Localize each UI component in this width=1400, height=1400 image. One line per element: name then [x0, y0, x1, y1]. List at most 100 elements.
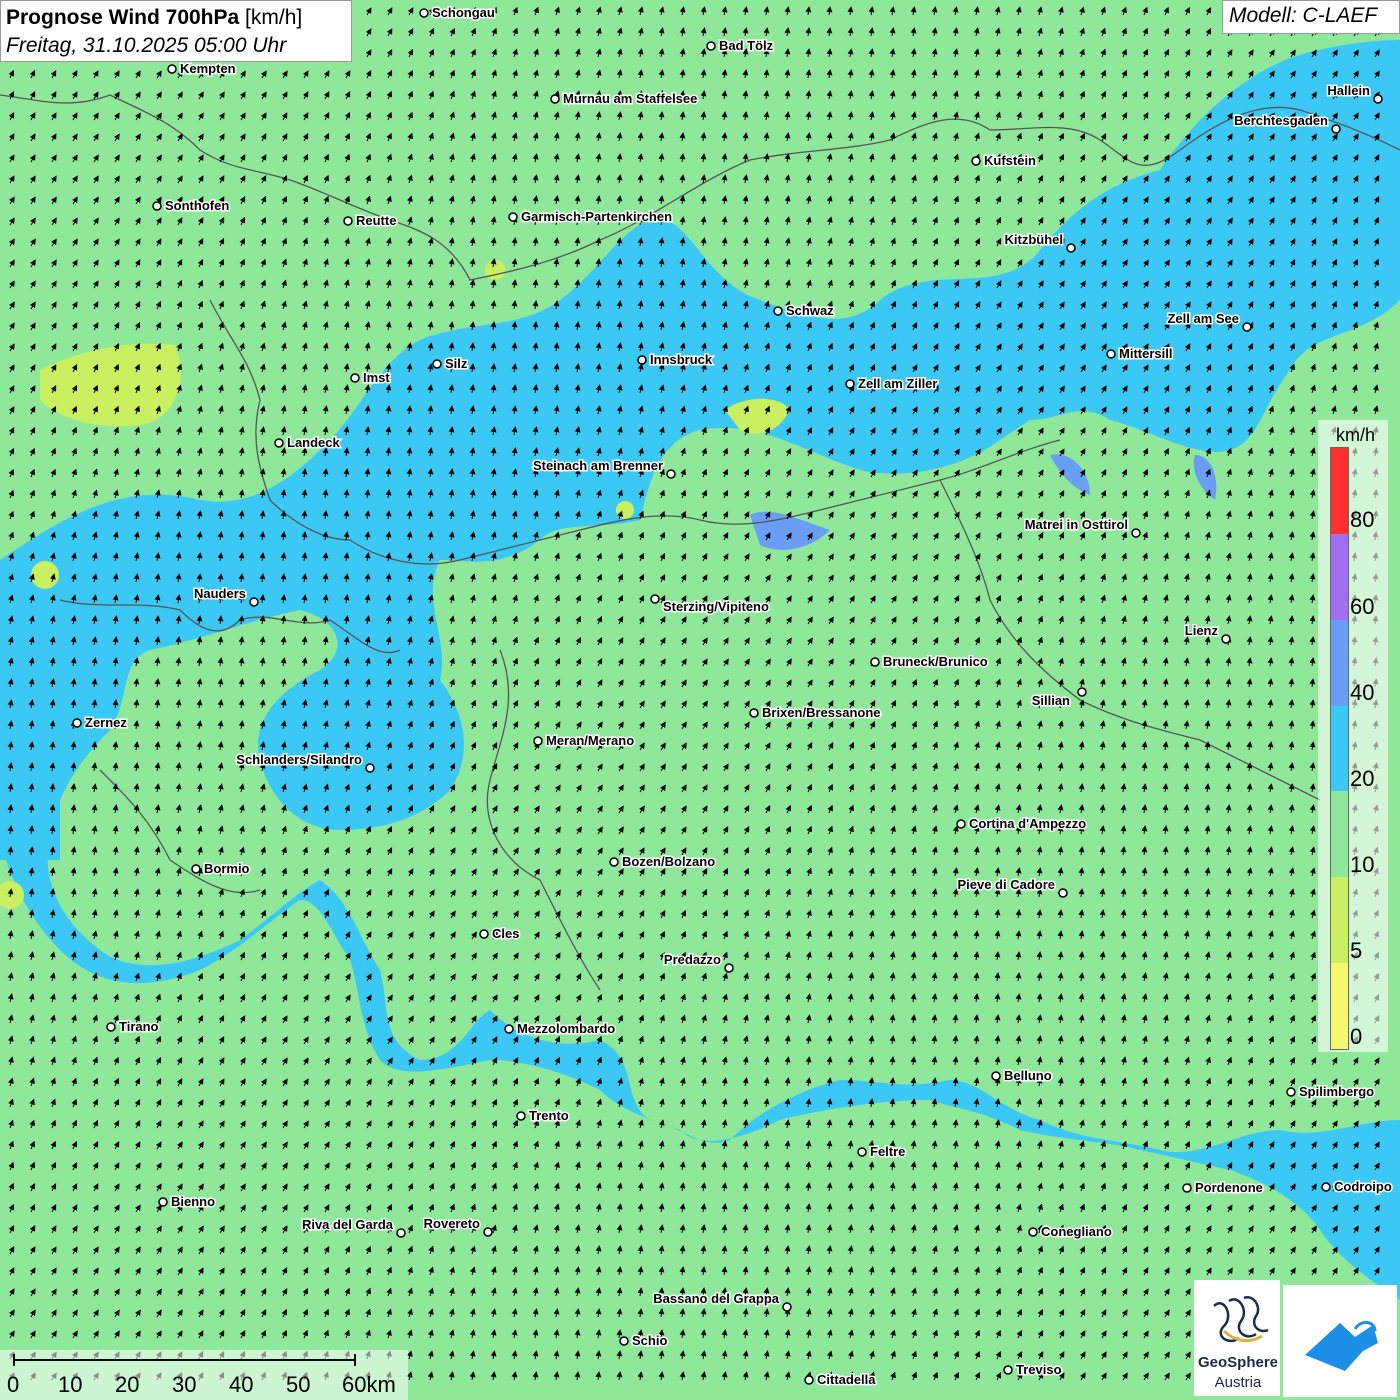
city-dot [274, 438, 284, 448]
logo-name: GeoSphere [1197, 1354, 1279, 1371]
city-dot [1321, 1182, 1331, 1192]
city-label: Kufstein [984, 153, 1036, 168]
city-label: Bozen/Bolzano [622, 854, 715, 869]
city-dot [419, 8, 429, 18]
city-label: Kempten [180, 61, 236, 76]
city-dot [152, 201, 162, 211]
city-dot [1242, 322, 1252, 332]
city-label: Nauders [194, 586, 246, 601]
city-label: Matrei in Osttirol [1025, 517, 1128, 532]
legend-label: 80 [1350, 507, 1375, 532]
city-label: Cittadella [817, 1372, 876, 1387]
forecast-datetime: Freitag, 31.10.2025 05:00 Uhr [6, 34, 287, 57]
city-dot [845, 379, 855, 389]
city-label: Rovereto [424, 1216, 480, 1231]
city-dot [1003, 1365, 1013, 1375]
city-label: Predazzo [664, 952, 721, 967]
wind-band-5-10 [616, 501, 634, 519]
legend-color-bar [1330, 447, 1349, 1050]
city-dot [724, 963, 734, 973]
scale-label: 10 [58, 1372, 83, 1397]
city-label: Sterzing/Vipiteno [663, 599, 769, 614]
city-marker: Conegliano [1028, 1223, 1113, 1241]
city-label: Silz [445, 356, 468, 371]
city-label: Feltre [870, 1144, 905, 1159]
city-dot [1028, 1227, 1038, 1237]
city-label: Hallein [1327, 83, 1370, 98]
city-marker: Sonthofen [152, 197, 231, 215]
city-marker: Meran/Merano [533, 732, 636, 750]
city-label: Murnau am Staffelsee [563, 91, 697, 106]
city-label: Zell am See [1167, 311, 1239, 326]
city-label: Cles [492, 926, 519, 941]
city-marker: Cortina d'Ampezzo [956, 815, 1088, 833]
city-label: Kitzbühel [1005, 232, 1064, 247]
city-label: Meran/Merano [546, 733, 634, 748]
legend-swatch [1331, 963, 1348, 1050]
city-label: Treviso [1016, 1362, 1062, 1377]
city-label: Riva del Garda [302, 1217, 394, 1232]
city-marker: Bozen/Bolzano [609, 853, 717, 871]
city-dot [773, 306, 783, 316]
city-label: Mezzolombardo [517, 1021, 615, 1036]
app-logo [1283, 1285, 1397, 1397]
city-dot [971, 156, 981, 166]
city-dot [666, 469, 676, 479]
city-dot [706, 41, 716, 51]
city-label: Pordenone [1195, 1180, 1263, 1195]
city-label: Cortina d'Ampezzo [969, 816, 1086, 831]
city-dot [650, 594, 660, 604]
city-label: Zell am Ziller [858, 376, 937, 391]
city-dot [619, 1336, 629, 1346]
city-label: Pieve di Cadore [957, 877, 1055, 892]
city-label: Schwaz [786, 303, 834, 318]
map-unit: [km/h] [245, 6, 303, 29]
city-label: Codroipo [1334, 1179, 1392, 1194]
city-dot [749, 708, 759, 718]
city-dot [956, 819, 966, 829]
legend-swatch [1331, 791, 1348, 878]
legend-swatch [1331, 533, 1348, 620]
city-marker: Bruneck/Brunico [870, 653, 989, 671]
city-marker: Innsbruck [637, 351, 714, 369]
city-dot [857, 1147, 867, 1157]
city-label: Sillian [1032, 693, 1070, 708]
city-dot [158, 1197, 168, 1207]
city-dot [1058, 888, 1068, 898]
city-dot [483, 1227, 493, 1237]
title-box: Prognose Wind 700hPa [km/h] Freitag, 31.… [0, 0, 352, 62]
city-dot [191, 864, 201, 874]
city-label: Trento [529, 1108, 569, 1123]
legend-label: 5 [1350, 938, 1363, 963]
scale-label: 20 [115, 1372, 140, 1397]
city-dot [167, 64, 177, 74]
logo-sub: Austria [1214, 1374, 1262, 1391]
city-label: Schongau [432, 5, 495, 20]
city-dot [106, 1022, 116, 1032]
city-label: Innsbruck [650, 352, 713, 367]
city-dot [365, 763, 375, 773]
city-label: Schlanders/Silandro [236, 752, 362, 767]
legend-label: 20 [1350, 766, 1375, 791]
city-dot [533, 736, 543, 746]
city-label: Reutte [356, 213, 396, 228]
legend-label: 0 [1350, 1024, 1363, 1049]
city-dot [991, 1071, 1001, 1081]
wind-band-5-10 [31, 561, 59, 589]
city-label: Berchtesgaden [1234, 113, 1328, 128]
wind-band-5-10 [485, 260, 505, 280]
wind-band-20-40 [0, 560, 60, 860]
city-label: Bassano del Grappa [653, 1291, 779, 1306]
city-marker: Brixen/Bressanone [749, 704, 882, 722]
city-marker: Zell am Ziller [845, 375, 939, 393]
city-dot [1373, 94, 1383, 104]
city-label: Conegliano [1041, 1224, 1112, 1239]
scale-label: 0 [7, 1372, 20, 1397]
city-dot [782, 1302, 792, 1312]
city-dot [343, 216, 353, 226]
city-dot [516, 1111, 526, 1121]
city-label: Steinach am Brenner [533, 458, 663, 473]
city-label: Sonthofen [165, 198, 229, 213]
city-label: Bienno [171, 1194, 215, 1209]
city-dot [1106, 349, 1116, 359]
